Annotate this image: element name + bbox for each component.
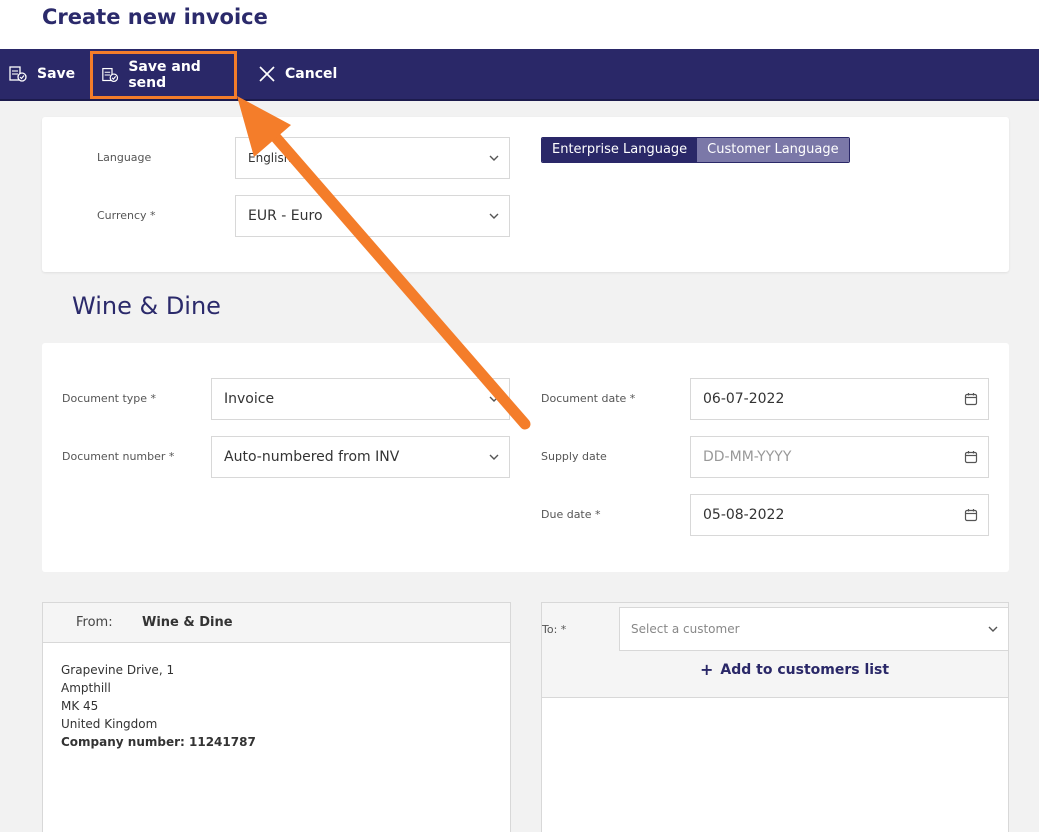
chevron-down-icon [489,454,499,460]
due-date-value: 05-08-2022 [703,507,785,523]
language-value: English [248,151,292,165]
document-number-label: Document number * [62,450,175,463]
language-select[interactable]: English [235,137,510,179]
chevron-down-icon [489,213,499,219]
document-card: Document type * Invoice Document number … [42,343,1009,572]
company-number: Company number: 11241787 [61,735,256,749]
address-line: Ampthill [61,681,111,695]
chevron-down-icon [489,155,499,161]
calendar-icon[interactable] [964,508,978,522]
save-and-send-label: Save and send [128,59,201,91]
to-panel: To: * Select a customer + Add to custome… [541,602,1009,832]
address-line: Grapevine Drive, 1 [61,663,175,677]
to-header: To: * Select a customer + Add to custome… [542,603,1009,698]
add-to-customers-button[interactable]: + Add to customers list [700,660,889,679]
save-and-send-button[interactable]: Save and send [90,51,237,99]
to-label: To: * [542,623,567,636]
close-icon [259,66,275,82]
document-number-value: Auto-numbered from INV [224,449,400,465]
save-button[interactable]: Save [8,49,75,99]
document-date-input[interactable]: 06-07-2022 [690,378,989,420]
document-date-label: Document date * [541,392,636,405]
document-type-select[interactable]: Invoice [211,378,510,420]
save-label: Save [37,66,76,82]
currency-select[interactable]: EUR - Euro [235,195,510,237]
language-toggle: Enterprise Language Customer Language [541,137,850,163]
from-label: From: [76,615,113,630]
page-title: Create new invoice [42,5,268,29]
currency-value: EUR - Euro [248,208,323,224]
document-number-select[interactable]: Auto-numbered from INV [211,436,510,478]
enterprise-language-button[interactable]: Enterprise Language [542,138,698,162]
customer-select-placeholder: Select a customer [631,622,740,636]
chevron-down-icon [988,626,998,632]
supply-date-input[interactable]: DD-MM-YYYY [690,436,989,478]
chevron-down-icon [489,396,499,402]
calendar-icon[interactable] [964,450,978,464]
address-line: MK 45 [61,699,99,713]
toolbar: Save Save and send Cancel [0,49,1039,101]
language-card: Language English Currency * EUR - Euro E… [42,117,1009,272]
from-header: From: Wine & Dine [43,603,510,643]
cancel-label: Cancel [285,66,338,82]
cancel-button[interactable]: Cancel [258,49,337,99]
page-header: Create new invoice [0,0,1039,49]
from-company-name: Wine & Dine [142,615,233,630]
customer-language-button[interactable]: Customer Language [697,138,849,162]
calendar-icon[interactable] [964,392,978,406]
company-name: Wine & Dine [72,292,221,320]
language-label: Language [97,151,152,164]
supply-date-placeholder: DD-MM-YYYY [703,449,792,465]
document-type-value: Invoice [224,391,275,407]
add-to-customers-label: Add to customers list [720,661,890,678]
due-date-label: Due date * [541,508,601,521]
currency-label: Currency * [97,209,156,222]
document-type-label: Document type * [62,392,157,405]
from-address: Grapevine Drive, 1 Ampthill MK 45 United… [61,661,256,751]
customer-select[interactable]: Select a customer [619,607,1009,651]
plus-icon: + [700,660,714,679]
due-date-input[interactable]: 05-08-2022 [690,494,989,536]
document-date-value: 06-07-2022 [703,391,785,407]
send-document-icon [102,67,119,83]
address-line: United Kingdom [61,717,158,731]
from-panel: From: Wine & Dine Grapevine Drive, 1 Amp… [42,602,511,832]
supply-date-label: Supply date [541,450,607,463]
save-document-icon [9,66,27,82]
